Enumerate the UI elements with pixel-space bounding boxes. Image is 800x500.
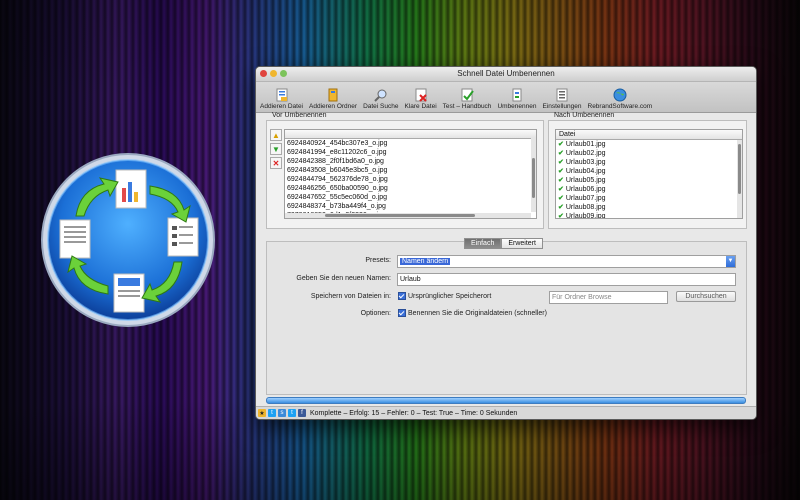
before-file-list[interactable]: 6924840924_454bc307e3_o.jpg 6924841994_e8…	[284, 129, 537, 219]
before-file-row[interactable]: 6924841994_e8c11202c6_o.jpg	[285, 148, 536, 157]
settings-icon	[555, 88, 569, 102]
toolbar-test-button[interactable]: Test – Handbuch	[443, 88, 491, 112]
clear-file-icon	[414, 88, 428, 102]
checkmark-icon: ✔	[558, 186, 564, 193]
after-file-row[interactable]: ✔ Urlaub08.jpg	[556, 203, 742, 212]
chevron-down-icon: ▼	[726, 256, 735, 267]
before-file-row[interactable]: 6924846256_650ba00590_o.jpg	[285, 184, 536, 193]
move-up-button[interactable]: ▲	[270, 129, 282, 141]
before-file-row[interactable]: 6924847652_55c5ec060d_o.jpg	[285, 193, 536, 202]
search-icon	[374, 88, 388, 102]
move-down-button[interactable]: ▼	[270, 143, 282, 155]
checkmark-icon: ✔	[558, 177, 564, 184]
after-file-name: Urlaub05.jpg	[565, 177, 606, 184]
after-list-header[interactable]: Datei	[556, 130, 742, 140]
checkmark-icon: ✔	[558, 159, 564, 166]
toolbar: Addieren Datei Addieren Ordner Datei Suc…	[256, 82, 756, 113]
after-file-row[interactable]: ✔ Urlaub04.jpg	[556, 167, 742, 176]
after-file-row[interactable]: ✔ Urlaub03.jpg	[556, 158, 742, 167]
checkmark-icon: ✔	[558, 204, 564, 211]
after-file-name: Urlaub09.jpg	[565, 213, 606, 219]
toolbar-add-file-button[interactable]: Addieren Datei	[260, 88, 303, 112]
arrow-down-icon: ▼	[272, 144, 280, 154]
twitter-bird-icon[interactable]: t	[288, 409, 296, 417]
after-file-name: Urlaub08.jpg	[565, 204, 606, 211]
after-file-name: Urlaub01.jpg	[565, 141, 606, 148]
titlebar: Schnell Datei Umbenennen	[256, 67, 756, 82]
after-file-row[interactable]: ✔ Urlaub01.jpg	[556, 140, 742, 149]
progress-bar	[266, 397, 746, 404]
after-file-row[interactable]: ✔ Urlaub05.jpg	[556, 176, 742, 185]
facebook-icon[interactable]: f	[298, 409, 306, 417]
tab-simple[interactable]: Einfach	[464, 238, 502, 249]
before-rename-label: Vor Umbenennen	[272, 112, 327, 119]
before-file-row[interactable]: 6924840924_454bc307e3_o.jpg	[285, 139, 536, 148]
toolbar-settings-button[interactable]: Einstellungen	[542, 88, 582, 112]
share-icon[interactable]: s	[278, 409, 286, 417]
before-file-row[interactable]: 6924844794_562376de78_o.jpg	[285, 175, 536, 184]
checkmark-icon: ✔	[558, 213, 564, 219]
toolbar-add-folder-button[interactable]: Addieren Ordner	[309, 88, 357, 112]
rename-icon	[510, 88, 524, 102]
before-file-row[interactable]: 6924848374_b73ba449f4_o.jpg	[285, 202, 536, 211]
before-list-hscroll[interactable]	[285, 213, 531, 218]
before-list-header	[285, 130, 536, 139]
test-icon	[460, 88, 474, 102]
app-window: Schnell Datei Umbenennen Addieren Datei …	[255, 66, 757, 420]
remove-file-button[interactable]: ✕	[270, 157, 282, 169]
after-file-list[interactable]: Datei ✔ Urlaub01.jpg ✔ Urlaub02.jpg ✔ Urlaub0…	[555, 129, 743, 219]
twitter-icon[interactable]: t	[268, 409, 276, 417]
before-list-vscroll[interactable]	[531, 138, 536, 212]
status-text: Komplette – Erfolg: 15 – Fehler: 0 – Tes…	[310, 409, 518, 417]
after-file-row[interactable]: ✔ Urlaub07.jpg	[556, 194, 742, 203]
toolbar-search-button[interactable]: Datei Suche	[363, 88, 398, 112]
globe-icon	[613, 88, 627, 102]
toolbar-clear-file-button[interactable]: Klare Datei	[404, 88, 437, 112]
after-rename-label: Nach Umbenennen	[554, 112, 615, 119]
rename-originals-label: Benennen Sie die Originaldateien (schnel…	[408, 309, 547, 317]
checkmark-icon: ✔	[558, 195, 564, 202]
checkbox-checked-icon	[398, 292, 406, 300]
after-file-name: Urlaub02.jpg	[565, 150, 606, 157]
before-file-row[interactable]: 6924843508_b6045e3bc5_o.jpg	[285, 166, 536, 175]
add-file-icon	[275, 88, 289, 102]
after-file-row[interactable]: ✔ Urlaub06.jpg	[556, 185, 742, 194]
new-name-input[interactable]: Urlaub	[397, 273, 736, 286]
presets-selected-value: Namen ändern	[400, 258, 451, 265]
after-file-row[interactable]: ✔ Urlaub09.jpg	[556, 212, 742, 219]
after-file-name: Urlaub03.jpg	[565, 159, 606, 166]
tab-advanced[interactable]: Erweitert	[501, 238, 543, 249]
after-file-name: Urlaub07.jpg	[565, 195, 606, 202]
after-file-name: Urlaub04.jpg	[565, 168, 606, 175]
arrow-up-icon: ▲	[272, 130, 280, 140]
star-icon[interactable]: ★	[258, 409, 266, 417]
toolbar-website-button[interactable]: RebrandSoftware.com	[588, 88, 652, 112]
after-file-row[interactable]: ✔ Urlaub02.jpg	[556, 149, 742, 158]
checkbox-checked-icon	[398, 309, 406, 317]
after-file-name: Urlaub06.jpg	[565, 186, 606, 193]
presets-label: Presets:	[365, 257, 391, 264]
options-label: Optionen:	[360, 310, 391, 317]
checkmark-icon: ✔	[558, 141, 564, 148]
window-title: Schnell Datei Umbenennen	[457, 69, 555, 78]
browse-button[interactable]: Durchsuchen	[676, 291, 736, 302]
app-logo-icon	[41, 153, 215, 327]
new-name-label: Geben Sie den neuen Namen:	[296, 275, 391, 282]
save-location-label: Speichern von Dateien in:	[310, 293, 391, 300]
original-location-label: Ursprünglicher Speicherort	[408, 292, 492, 300]
status-bar: ★ t s t f Komplette – Erfolg: 15 – Fehle…	[256, 406, 756, 419]
delete-icon: ✕	[272, 158, 280, 168]
presets-select[interactable]: Namen ändern ▼	[397, 255, 736, 268]
checkmark-icon: ✔	[558, 168, 564, 175]
after-list-vscroll[interactable]	[737, 140, 742, 218]
add-folder-icon	[326, 88, 340, 102]
original-location-checkbox[interactable]: Ursprünglicher Speicherort	[398, 292, 491, 300]
rename-originals-checkbox[interactable]: Benennen Sie die Originaldateien (schnel…	[398, 309, 547, 317]
before-file-row[interactable]: 6924842388_2f0f1bd6a0_o.jpg	[285, 157, 536, 166]
toolbar-rename-button[interactable]: Umbenennen	[497, 88, 536, 112]
checkmark-icon: ✔	[558, 150, 564, 157]
folder-path-input[interactable]: Für Ordner Browse	[549, 291, 668, 304]
